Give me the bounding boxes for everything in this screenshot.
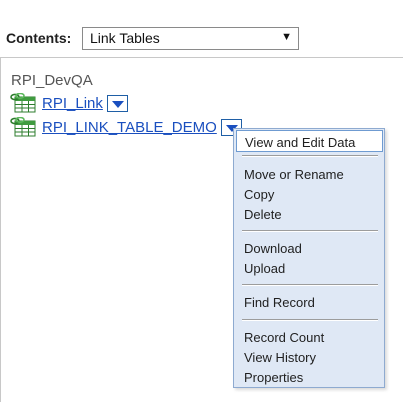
- menu-item-download[interactable]: Download: [244, 241, 302, 256]
- menu-separator: [242, 230, 378, 232]
- contents-select-value: Link Tables: [90, 30, 160, 46]
- menu-item-view-and-edit-data[interactable]: View and Edit Data: [236, 130, 383, 152]
- linked-table-icon: [10, 93, 36, 113]
- menu-item-properties[interactable]: Properties: [244, 370, 303, 385]
- left-border: [0, 58, 1, 402]
- tree-item-rpi-link-table-demo: RPI_LINK_TABLE_DEMO: [10, 117, 255, 139]
- table-link-rpi-link[interactable]: RPI_Link: [42, 95, 103, 112]
- tree-item-rpi-link: RPI_Link: [10, 93, 140, 115]
- menu-item-move-or-rename[interactable]: Move or Rename: [244, 167, 344, 182]
- rpi-link-menu-button[interactable]: [107, 95, 128, 112]
- linked-table-icon: [10, 117, 36, 137]
- menu-separator: [242, 319, 378, 321]
- contents-toolbar: Contents: Link Tables ▼: [0, 0, 403, 58]
- menu-separator: [242, 155, 378, 157]
- chevron-down-icon: ▼: [281, 31, 292, 43]
- menu-item-copy[interactable]: Copy: [244, 187, 274, 202]
- contents-label: Contents:: [6, 30, 72, 46]
- context-menu: View and Edit Data Move or Rename Copy D…: [233, 128, 385, 388]
- menu-item-view-history[interactable]: View History: [244, 350, 316, 365]
- menu-item-upload[interactable]: Upload: [244, 261, 285, 276]
- menu-item-record-count[interactable]: Record Count: [244, 330, 324, 345]
- contents-select[interactable]: Link Tables ▼: [82, 27, 299, 50]
- menu-item-delete[interactable]: Delete: [244, 207, 282, 222]
- table-link-rpi-link-table-demo[interactable]: RPI_LINK_TABLE_DEMO: [42, 119, 217, 136]
- tree-root-label: RPI_DevQA: [11, 72, 93, 89]
- menu-separator: [242, 284, 378, 286]
- menu-item-find-record[interactable]: Find Record: [244, 295, 315, 310]
